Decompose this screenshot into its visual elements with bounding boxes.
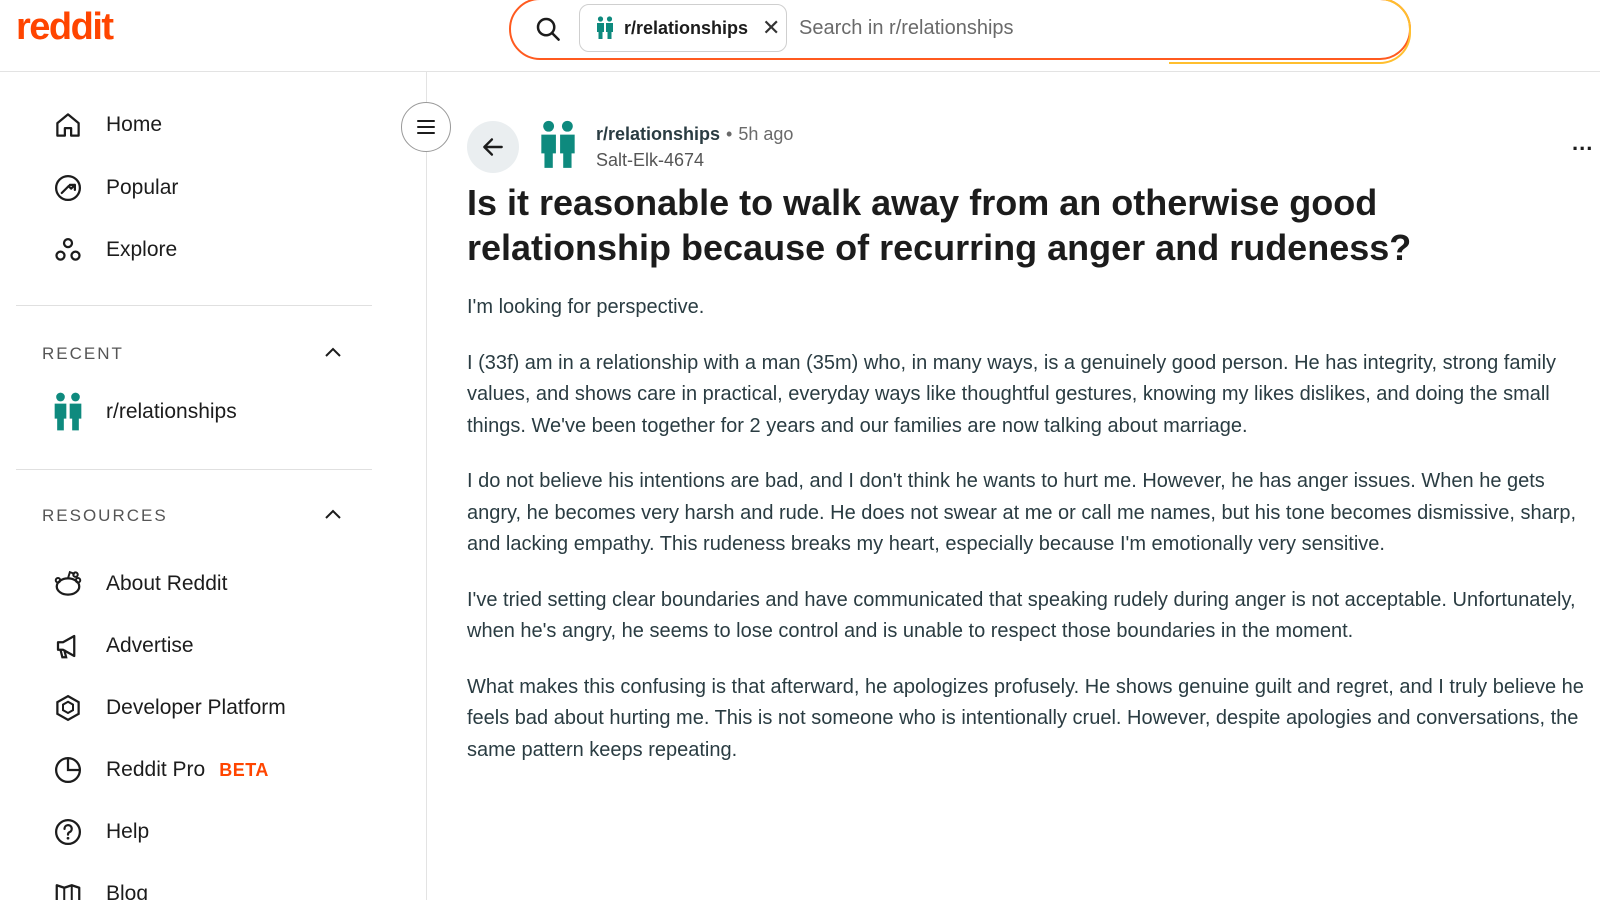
help-icon [52, 816, 84, 848]
sidebar-divider [16, 305, 372, 306]
sidebar-item-relationships[interactable]: r/relationships [52, 390, 237, 434]
sidebar-item-about-reddit[interactable]: About Reddit [52, 562, 227, 606]
sidebar-item-advertise[interactable]: Advertise [52, 624, 194, 668]
pro-icon [52, 754, 84, 786]
reddit-alien-icon [52, 568, 84, 600]
arrow-left-icon [483, 138, 503, 156]
resources-title: RESOURCES [42, 506, 168, 525]
sidebar-item-label: About Reddit [106, 572, 228, 595]
megaphone-icon [52, 630, 84, 662]
search-scope-chip[interactable]: r/relationships ✕ [579, 4, 787, 52]
sidebar-item-popular[interactable]: Popular [52, 166, 178, 210]
sidebar-item-help[interactable]: Help [52, 810, 149, 854]
sidebar-item-explore[interactable]: Explore [52, 228, 177, 272]
sidebar-item-label: Blog [106, 882, 149, 900]
post-title: Is it reasonable to walk away from an ot… [467, 182, 1412, 268]
beta-badge: BETA [219, 759, 269, 780]
sidebar-item-label: Reddit Pro [106, 758, 206, 781]
sidebar-item-label: Explore [106, 238, 178, 261]
resources-section-header[interactable]: RESOURCES [42, 506, 342, 526]
relationships-icon [597, 16, 613, 39]
explore-icon [52, 234, 84, 266]
close-icon[interactable]: ✕ [762, 15, 780, 41]
post-paragraph: I'm looking for perspective. [467, 296, 705, 318]
sidebar-item-reddit-pro[interactable]: Reddit Pro BETA [52, 748, 269, 792]
post-paragraph: What makes this confusing is that afterw… [467, 675, 1584, 761]
sidebar-item-label: r/relationships [106, 400, 237, 423]
post-paragraph: I (33f) am in a relationship with a man … [467, 351, 1557, 437]
blog-icon [52, 878, 84, 900]
chevron-up-icon[interactable] [324, 345, 342, 363]
left-sidebar: Home Popular Explore RECENT r/relationsh… [0, 72, 427, 900]
sidebar-item-label: Advertise [106, 634, 194, 657]
menu-icon [417, 120, 435, 134]
search-scope-label: r/relationships [624, 17, 749, 38]
more-options-icon[interactable]: ... [1572, 130, 1593, 156]
relationships-icon [52, 392, 84, 431]
sidebar-item-home[interactable]: Home [52, 103, 162, 147]
post-paragraph: I do not believe his intentions are bad,… [467, 470, 1577, 555]
post-body: I'm looking for perspective. I (33f) am … [467, 292, 1597, 790]
post-paragraph: I've tried setting clear boundaries and … [467, 588, 1576, 643]
sidebar-item-blog[interactable]: Blog [52, 872, 148, 900]
subreddit-avatar[interactable] [536, 120, 580, 170]
top-header: reddit r/relationships ✕ [0, 0, 1600, 72]
sidebar-item-label: Popular [106, 176, 179, 199]
home-icon [52, 109, 84, 141]
post-time: 5h ago [738, 124, 794, 144]
recent-title: RECENT [42, 344, 124, 363]
back-button[interactable] [467, 121, 519, 173]
recent-section-header[interactable]: RECENT [42, 344, 342, 364]
search-input[interactable] [799, 10, 1359, 46]
popular-icon [52, 172, 84, 204]
developer-icon [52, 692, 84, 724]
search-bar[interactable]: r/relationships ✕ [509, 0, 1411, 64]
author-link[interactable]: Salt-Elk-4674 [596, 150, 704, 171]
meta-separator: • [726, 124, 733, 144]
chevron-up-icon[interactable] [324, 507, 342, 525]
sidebar-item-label: Help [106, 820, 150, 843]
search-icon [536, 17, 560, 41]
subreddit-link[interactable]: r/relationships [596, 124, 720, 144]
sidebar-divider [16, 469, 372, 470]
sidebar-item-label: Developer Platform [106, 696, 286, 719]
collapse-sidebar-button[interactable] [401, 102, 451, 152]
sidebar-item-developer-platform[interactable]: Developer Platform [52, 686, 286, 730]
reddit-logo[interactable]: reddit [16, 6, 114, 49]
post-meta: r/relationships • 5h ago [596, 124, 793, 145]
sidebar-item-label: Home [106, 113, 163, 136]
